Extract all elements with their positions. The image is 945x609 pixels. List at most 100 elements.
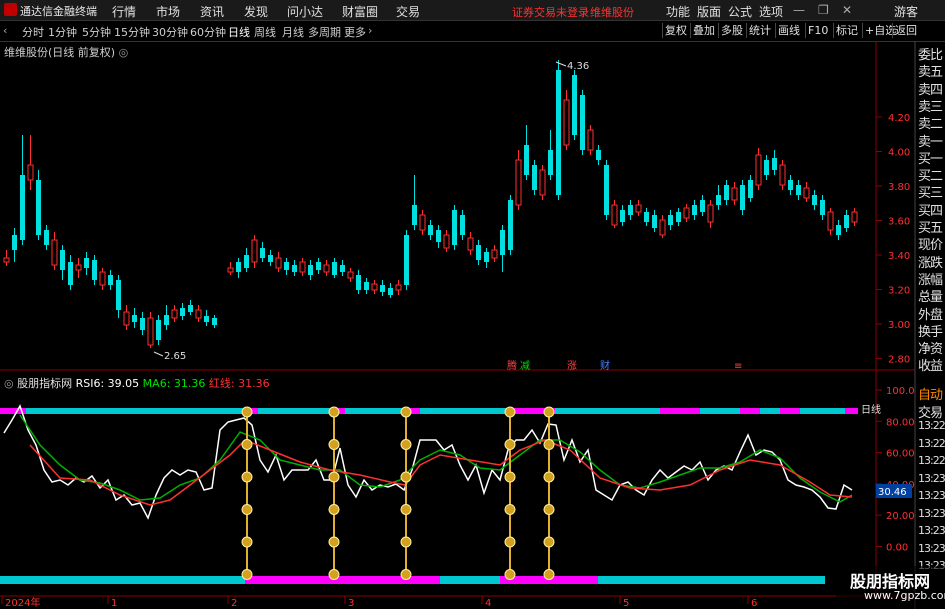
event-marker[interactable]: 涨: [567, 360, 577, 372]
ma-value: MA6: 31.36: [142, 377, 206, 390]
top-band-segment: [800, 408, 845, 414]
candle-body: [236, 262, 241, 272]
candlestick-series: [3, 60, 858, 348]
auto-trade-toggle[interactable]: 自动: [918, 384, 945, 403]
candle-body: [251, 239, 258, 263]
candle-body: [188, 305, 193, 312]
candle-body: [707, 204, 714, 223]
candle-body: [635, 204, 642, 213]
candle-body: [779, 164, 786, 186]
candle-body: [316, 262, 321, 270]
auto-trade-toggle[interactable]: 交易: [918, 402, 945, 421]
price-tick: 3.20: [888, 286, 910, 297]
candle-body: [51, 239, 58, 266]
indicator-settings-icon[interactable]: ◎: [4, 377, 14, 390]
rsi-value: RSI6: 39.05: [75, 377, 140, 390]
indicator-name[interactable]: 股朋指标网: [17, 377, 72, 390]
watermark-url: www.7gpzb.com: [864, 589, 945, 602]
candle-body: [500, 230, 505, 255]
price-tick: 3.00: [888, 320, 910, 331]
money-bag-icon: [241, 471, 253, 483]
event-marker[interactable]: 减: [520, 360, 530, 372]
candle-body: [563, 99, 570, 146]
candle-body: [452, 210, 457, 245]
bottom-band-segment: [598, 576, 825, 584]
quote-field-label: 买四: [918, 203, 943, 219]
indicator-lines: [3, 404, 853, 520]
candle-body: [652, 215, 657, 228]
candle-body: [412, 205, 417, 225]
top-band-segment: [26, 408, 245, 414]
candle-body: [395, 284, 402, 291]
candle-body: [724, 185, 729, 200]
top-band-segment: [258, 408, 330, 414]
money-bag-icon: [400, 471, 412, 483]
indicator-bands: [0, 408, 858, 584]
candle-body: [84, 258, 89, 268]
candle-body: [587, 129, 594, 151]
quote-field-label: 卖四: [918, 82, 943, 98]
candle-body: [419, 214, 426, 231]
candle-body: [467, 237, 474, 251]
quote-field-label: 净资: [918, 342, 943, 358]
candle-body: [68, 262, 73, 285]
money-bag-icon: [400, 536, 412, 548]
money-bag-icon: [543, 569, 555, 580]
trade-timestamp: 13:23: [918, 524, 945, 537]
event-marker[interactable]: 财: [600, 359, 610, 372]
candle-body: [292, 265, 297, 272]
candle-body: [332, 262, 337, 275]
candle-body: [260, 248, 265, 258]
indicator-tick: 100.0: [886, 386, 915, 397]
money-bag-icon: [241, 504, 253, 515]
signal-coin-columns: [241, 406, 555, 580]
candle-body: [380, 285, 385, 292]
candle-body: [227, 267, 234, 273]
indicator-tick: 60.00: [886, 449, 915, 460]
candle-body: [75, 264, 82, 271]
top-band-segment: [740, 408, 760, 414]
candle-body: [180, 308, 185, 316]
money-bag-icon: [543, 406, 555, 418]
candle-body: [539, 169, 546, 196]
candle-body: [308, 265, 313, 275]
candle-body: [851, 211, 858, 223]
candle-body: [275, 257, 282, 269]
candle-body: [116, 280, 121, 310]
candle-body: [171, 309, 178, 319]
money-bag-icon: [543, 536, 555, 548]
quote-field-label: 买一: [918, 151, 943, 167]
price-tick: 2.80: [888, 355, 910, 366]
quote-field-label: 总量: [918, 290, 943, 306]
quote-field-label: 外盘: [918, 307, 943, 323]
quote-field-label: 现价: [918, 238, 943, 254]
date-tick: 4: [485, 598, 491, 609]
candle-body: [156, 320, 161, 340]
money-bag-icon: [328, 569, 340, 580]
candle-body: [3, 257, 10, 263]
bottom-band-segment: [0, 576, 245, 584]
candle-body: [508, 200, 513, 250]
money-bag-icon: [241, 536, 253, 548]
candle-body: [796, 185, 801, 195]
event-marker[interactable]: ≡: [734, 361, 742, 372]
candle-body: [268, 255, 273, 262]
candle-body: [803, 187, 810, 199]
candle-body: [484, 252, 489, 262]
price-low-label: 2.65: [164, 351, 186, 362]
top-band-segment: [555, 408, 660, 414]
high-low-labels: 4.36 2.65: [153, 61, 589, 362]
money-bag-icon: [241, 406, 253, 418]
trade-timestamp: 13:23: [918, 506, 945, 520]
candle-body: [532, 165, 537, 190]
money-bag-icon: [543, 504, 555, 515]
event-marker[interactable]: 腾: [507, 359, 517, 372]
date-tick: 1: [111, 598, 117, 609]
date-tick: 6: [751, 598, 757, 609]
candle-body: [164, 315, 169, 325]
candle-body: [676, 212, 681, 222]
candle-body: [731, 187, 738, 201]
current-value: 30.46: [878, 487, 907, 498]
candle-body: [195, 309, 202, 319]
candle-body: [108, 275, 113, 285]
